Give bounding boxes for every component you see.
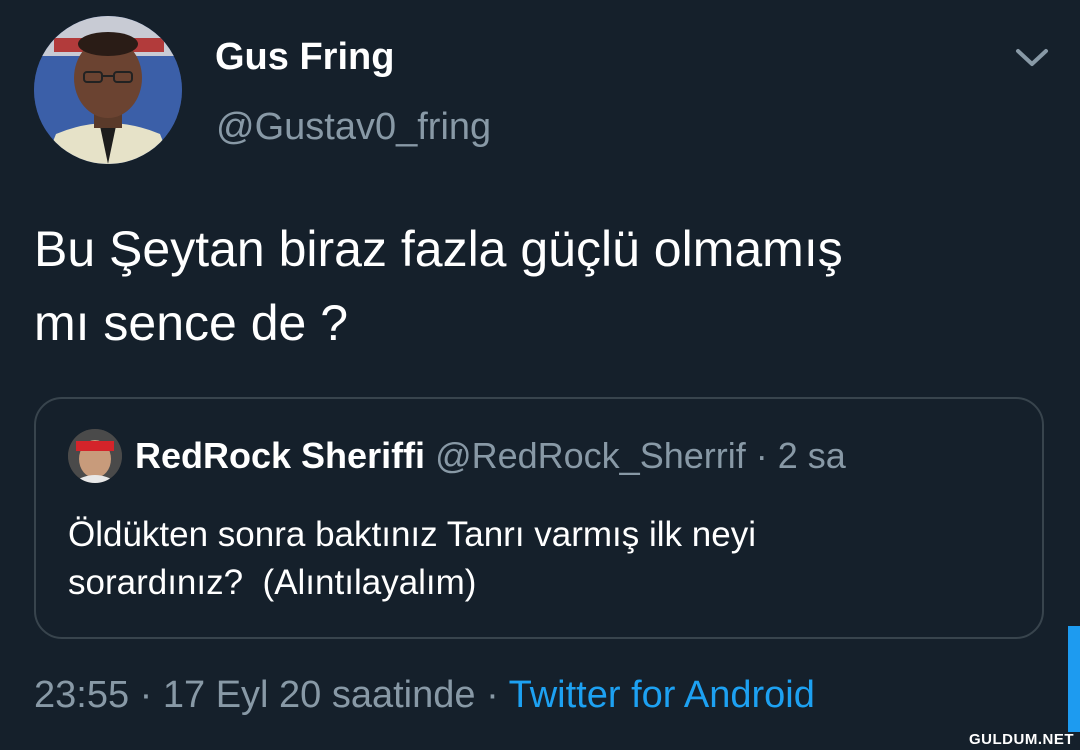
author-handle[interactable]: @Gustav0_fring <box>216 106 491 149</box>
tweet-timestamp[interactable]: 23:55 · 17 Eyl 20 saatinde <box>34 674 476 716</box>
tweet-text: Bu Şeytan biraz fazla güçlü olmamış mı s… <box>34 212 1044 360</box>
meta-separator: · <box>475 674 509 716</box>
tweet-source-link[interactable]: Twitter for Android <box>509 674 815 716</box>
quoted-separator: · <box>755 435 768 476</box>
tweet-text-line: Bu Şeytan biraz fazla güçlü olmamış <box>34 221 843 277</box>
watermark: GULDUM.NET <box>969 731 1074 748</box>
quoted-time[interactable]: 2 sa <box>778 435 846 476</box>
scrollbar[interactable] <box>1068 626 1080 732</box>
quoted-author-avatar <box>68 429 122 483</box>
quoted-author-avatar-image <box>68 429 122 483</box>
quoted-tweet-header: RedRock Sheriffi @RedRock_Sherrif · 2 sa <box>135 435 846 477</box>
quoted-display-name[interactable]: RedRock Sheriffi <box>135 435 425 476</box>
quoted-tweet[interactable]: RedRock Sheriffi @RedRock_Sherrif · 2 sa… <box>34 397 1044 639</box>
chevron-down-icon[interactable] <box>1012 42 1052 72</box>
tweet-meta: 23:55 · 17 Eyl 20 saatinde · Twitter for… <box>34 674 815 717</box>
tweet-card: Gus Fring @Gustav0_fring Bu Şeytan biraz… <box>0 0 1080 750</box>
quoted-tweet-text: Öldükten sonra baktınız Tanrı varmış ilk… <box>68 511 998 607</box>
author-avatar[interactable] <box>34 16 182 164</box>
quoted-text-line: Öldükten sonra baktınız Tanrı varmış ilk… <box>68 515 756 554</box>
quoted-handle[interactable]: @RedRock_Sherrif <box>435 435 746 476</box>
tweet-text-line: mı sence de ? <box>34 295 349 351</box>
author-avatar-image <box>34 16 182 164</box>
quoted-text-line: sorardınız? (Alıntılayalım) <box>68 563 477 602</box>
author-display-name[interactable]: Gus Fring <box>215 36 394 79</box>
